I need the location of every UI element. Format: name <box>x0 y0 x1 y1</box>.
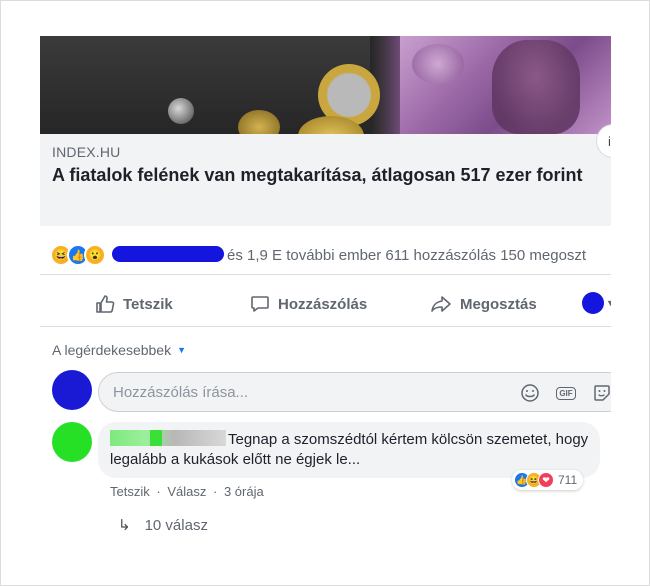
link-headline[interactable]: A fiatalok felének van megtakarítása, át… <box>52 162 592 188</box>
emoji-icon[interactable] <box>519 382 541 404</box>
commenter-avatar-redacted[interactable] <box>52 422 92 462</box>
action-bar: Tetszik Hozzászólás Megosztás <box>40 284 611 324</box>
comment-button-label: Hozzászólás <box>278 295 368 313</box>
thumbs-up-icon <box>96 295 115 313</box>
page-avatar-redacted[interactable] <box>582 292 604 314</box>
chevron-down-icon[interactable]: ▼ <box>606 298 611 308</box>
like-button-label: Tetszik <box>123 295 173 313</box>
comment-button[interactable]: Hozzászólás <box>250 284 367 324</box>
current-user-avatar-redacted[interactable] <box>52 370 92 410</box>
link-domain: INDEX.HU <box>52 144 121 160</box>
sticker-icon[interactable] <box>591 382 611 404</box>
comment-timestamp[interactable]: 3 órája <box>224 484 264 499</box>
like-button[interactable]: Tetszik <box>95 284 173 324</box>
comment-sort-dropdown[interactable]: A legérdekesebbek ▼ <box>52 342 186 358</box>
comment-reaction-count: 711 <box>558 473 578 487</box>
share-button[interactable]: Megosztás <box>430 284 537 324</box>
summary-text[interactable]: és 1,9 E további ember 611 hozzászólás 1… <box>227 247 586 264</box>
link-preview-meta[interactable]: INDEX.HU A fiatalok felének van megtakar… <box>40 124 611 226</box>
reply-arrow-icon: ↳ <box>118 517 131 534</box>
banknote-portrait <box>492 40 580 134</box>
gif-icon[interactable]: GIF <box>555 382 577 404</box>
comment-composer[interactable]: GIF <box>98 372 611 412</box>
link-preview-image[interactable] <box>40 36 611 134</box>
comment-meta: Tetszik · Válasz · 3 órája <box>110 484 264 499</box>
comment-reactions[interactable]: 👍 😆 ❤ 711 <box>512 470 584 490</box>
facebook-post: INDEX.HU A fiatalok felének van megtakar… <box>40 36 611 586</box>
divider <box>40 326 611 327</box>
comment-text: Tegnap a szomszédtól kértem kölcsön szem… <box>110 431 589 468</box>
comment-icon <box>251 296 269 312</box>
share-icon <box>431 296 451 312</box>
view-replies-link[interactable]: ↳ 10 válasz <box>118 516 208 535</box>
comment-input[interactable] <box>113 382 493 402</box>
divider <box>40 274 611 275</box>
sort-label: A legérdekesebbek <box>52 342 172 358</box>
caret-down-icon: ▼ <box>177 345 187 355</box>
comment-reply-link[interactable]: Válasz <box>167 484 206 499</box>
love-reaction-icon: ❤ <box>538 472 554 488</box>
wow-reaction-icon[interactable]: 😮 <box>84 244 106 266</box>
redacted-name <box>112 246 224 262</box>
reaction-summary: 😆 👍 😮 és 1,9 E további ember 611 hozzász… <box>40 236 611 274</box>
wallet-snap <box>168 98 194 124</box>
replies-label: 10 válasz <box>144 516 208 534</box>
comment-like-link[interactable]: Tetszik <box>110 484 150 499</box>
share-button-label: Megosztás <box>460 295 537 313</box>
